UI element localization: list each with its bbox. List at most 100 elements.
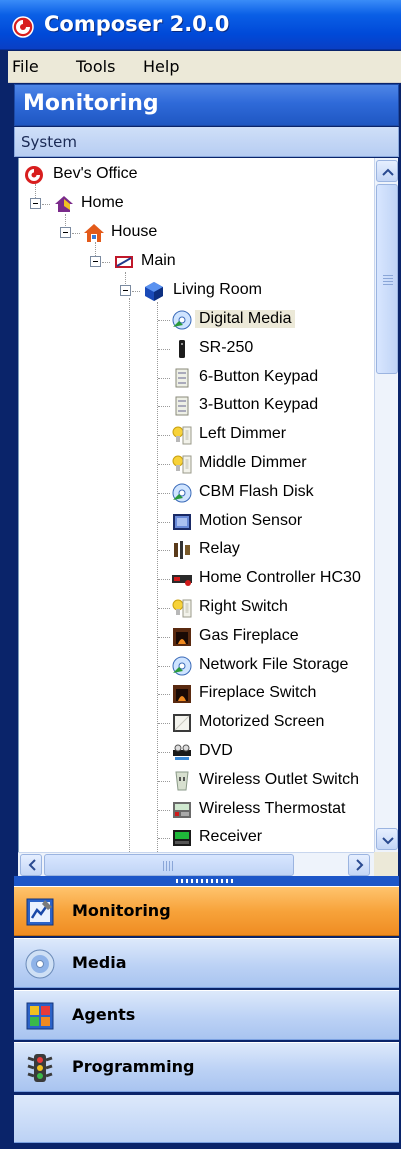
tree-connector: [158, 550, 170, 551]
screen-icon: [173, 714, 191, 732]
tree-node-label: Left Dimmer: [199, 425, 287, 442]
tree-connector: [158, 349, 170, 350]
scroll-down-button[interactable]: [376, 828, 398, 850]
chevron-left-icon: [28, 859, 36, 871]
vertical-scroll-thumb[interactable]: [376, 184, 398, 374]
grip-line: [172, 861, 173, 871]
menu-help[interactable]: Help: [143, 57, 179, 76]
tree-node-label: Wireless Thermostat: [199, 800, 346, 817]
tree-connector: [158, 522, 170, 523]
home-icon: [55, 196, 73, 212]
dvd-icon: [173, 744, 191, 760]
tree-node-label: Right Switch: [199, 598, 288, 615]
grip-line: [163, 861, 164, 871]
tree-connector: [42, 204, 50, 205]
composer-logo-icon: [12, 16, 34, 38]
tree-node-label: House: [111, 223, 158, 240]
dimmer-icon: [172, 455, 192, 474]
collapse-toggle[interactable]: [90, 256, 101, 267]
section-header: Monitoring: [14, 84, 399, 126]
application-window: Composer 2.0.0 File Tools Help Monitorin…: [0, 0, 401, 1149]
fireplace-icon: [173, 685, 191, 703]
tree-connector: [158, 406, 170, 407]
keypad-icon: [175, 368, 189, 388]
room-cube-icon: [145, 282, 163, 301]
pane-splitter[interactable]: [14, 876, 399, 886]
grip-line: [383, 281, 393, 282]
nav-media[interactable]: Media: [14, 938, 399, 988]
tree-node-label: Network File Storage: [199, 656, 349, 673]
nav-label: Media: [72, 953, 127, 972]
thermostat-icon: [173, 802, 191, 818]
chevron-up-icon: [382, 168, 394, 176]
chevron-down-icon: [382, 837, 394, 845]
floor-icon: [115, 256, 133, 268]
scroll-up-button[interactable]: [376, 160, 398, 182]
grip-line: [166, 861, 167, 871]
tree-connector: [158, 608, 170, 609]
nav-programming[interactable]: Programming: [14, 1042, 399, 1092]
collapse-toggle[interactable]: [30, 198, 41, 209]
chevron-right-icon: [356, 859, 364, 871]
tree-node-label: Bev's Office: [53, 165, 138, 182]
collapse-toggle[interactable]: [120, 285, 131, 296]
tree-connector: [158, 579, 170, 580]
nav-monitoring[interactable]: Monitoring: [14, 886, 399, 936]
fireplace-icon: [173, 628, 191, 646]
project-tree[interactable]: Bev's Office Home House Main Living Room…: [18, 158, 374, 852]
tree-connector: [158, 781, 170, 782]
digital-media-icon: [172, 310, 192, 330]
horizontal-scroll-thumb[interactable]: [44, 854, 294, 876]
media-disc-icon: [25, 949, 55, 979]
tree-connector: [158, 464, 170, 465]
system-subheader[interactable]: System: [14, 127, 399, 157]
house-icon: [84, 224, 104, 242]
monitoring-icon: [26, 898, 54, 926]
scroll-left-button[interactable]: [20, 854, 42, 876]
splitter-grip: [176, 879, 236, 883]
digital-media-icon: [172, 656, 192, 676]
tree-connector: [158, 810, 170, 811]
grip-line: [169, 861, 170, 871]
tree-connector: [158, 320, 170, 321]
controller-icon: [172, 575, 192, 586]
tree-connector: [158, 435, 170, 436]
grip-line: [383, 284, 393, 285]
tree-node-label: Relay: [199, 540, 240, 557]
composer-logo-icon: [25, 166, 43, 184]
tree-connector: [158, 838, 170, 839]
tree-node-label: Home Controller HC30: [199, 569, 361, 586]
scroll-corner: [374, 852, 398, 876]
tree-node-label: DVD: [199, 742, 233, 759]
section-title: Monitoring: [23, 91, 159, 116]
vertical-scrollbar[interactable]: [374, 158, 398, 852]
tree-connector: [132, 291, 140, 292]
tree-node-label: Digital Media: [195, 310, 296, 328]
tree-connector: [72, 233, 80, 234]
tree-connector: [158, 378, 170, 379]
horizontal-scrollbar[interactable]: [18, 852, 374, 876]
nav-agents[interactable]: Agents: [14, 990, 399, 1040]
grip-line: [383, 278, 393, 279]
menu-tools[interactable]: Tools: [76, 57, 115, 76]
tree-node-label: Motion Sensor: [199, 512, 303, 529]
receiver-icon: [173, 830, 191, 846]
relay-icon: [174, 541, 190, 559]
menu-file[interactable]: File: [12, 57, 39, 76]
tree-node-label: CBM Flash Disk: [199, 483, 314, 500]
tree-connector: [158, 666, 170, 667]
nav-footer: [14, 1095, 399, 1143]
remote-icon: [179, 340, 185, 358]
menu-bar: File Tools Help: [8, 51, 401, 83]
nav-label: Monitoring: [72, 901, 171, 920]
tree-node-label: SR-250: [199, 339, 254, 356]
collapse-toggle[interactable]: [60, 227, 71, 238]
tree-node-label: Gas Fireplace: [199, 627, 299, 644]
tree-node-label: Main: [141, 252, 176, 269]
tree-connector: [102, 262, 110, 263]
scroll-right-button[interactable]: [348, 854, 370, 876]
title-bar[interactable]: Composer 2.0.0: [0, 0, 401, 50]
tree-node-label: 6-Button Keypad: [199, 368, 319, 385]
grip-line: [383, 275, 393, 276]
tree-connector: [158, 752, 170, 753]
